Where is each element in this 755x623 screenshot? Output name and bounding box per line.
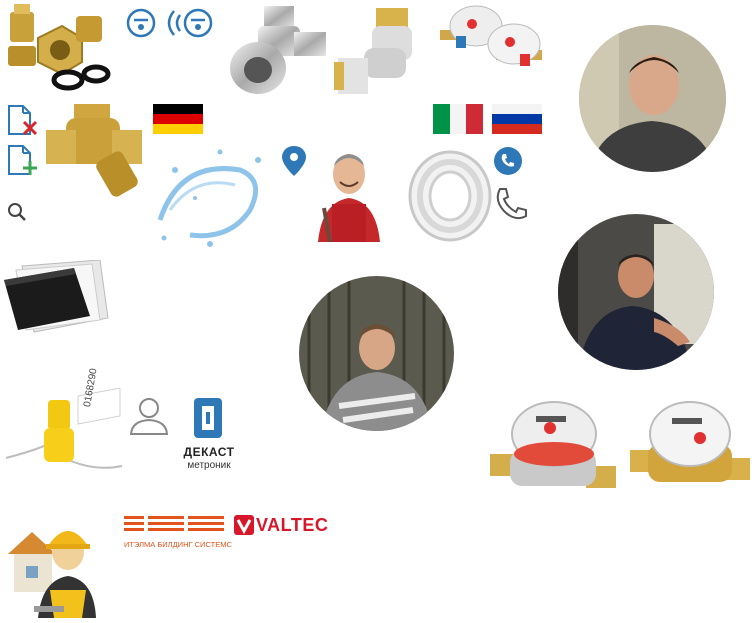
flag-germany-icon[interactable] — [153, 104, 203, 134]
water-meters-pair-image — [436, 0, 548, 86]
user-icon[interactable] — [128, 396, 170, 438]
worker-house-image — [4, 514, 98, 618]
press-fitting-elbow-image — [334, 8, 424, 100]
meter-seal-image — [4, 387, 124, 478]
file-remove-icon[interactable] — [6, 104, 38, 138]
brass-strainer-image — [44, 104, 144, 198]
valve-handle-icon — [124, 6, 158, 40]
itelma-emblem-icon — [124, 514, 224, 532]
phone-circle-icon[interactable] — [493, 146, 523, 176]
avatar — [299, 276, 454, 431]
document-folder-image — [4, 259, 110, 334]
dekast-name: ДЕКАСТ — [183, 445, 235, 459]
dekast-emblem-icon — [194, 398, 222, 438]
itelma-logo: ИТЭЛМА БИЛДИНГ СИСТЕМС — [124, 514, 232, 549]
flag-russia-icon[interactable] — [492, 104, 542, 134]
dekast-subtitle: метроник — [187, 460, 231, 471]
dekast-logo: ДЕКАСТ метроник — [176, 396, 242, 471]
water-meter-image — [490, 394, 616, 512]
flag-italy-icon[interactable] — [433, 104, 483, 134]
pipe-coil-image — [404, 148, 492, 244]
valtec-text: VALTEC — [256, 514, 329, 535]
valve-signal-icon — [166, 6, 214, 40]
phone-outline-icon[interactable] — [493, 186, 531, 224]
file-add-icon[interactable] — [6, 144, 38, 178]
valtec-logo: VALTEC — [234, 514, 328, 536]
brass-fittings-image — [4, 4, 114, 94]
chrome-elbow-fitting-image — [228, 6, 328, 98]
itelma-text: ИТЭЛМА БИЛДИНГ СИСТЕМС — [124, 540, 232, 549]
valtec-shield-icon — [234, 515, 254, 535]
avatar — [579, 25, 726, 172]
water-meter-image — [630, 398, 750, 502]
avatar — [558, 214, 714, 370]
location-pin-icon[interactable] — [281, 146, 307, 176]
plumber-worker-image — [316, 142, 382, 243]
water-splash-image — [150, 140, 270, 252]
search-icon[interactable] — [7, 202, 27, 222]
